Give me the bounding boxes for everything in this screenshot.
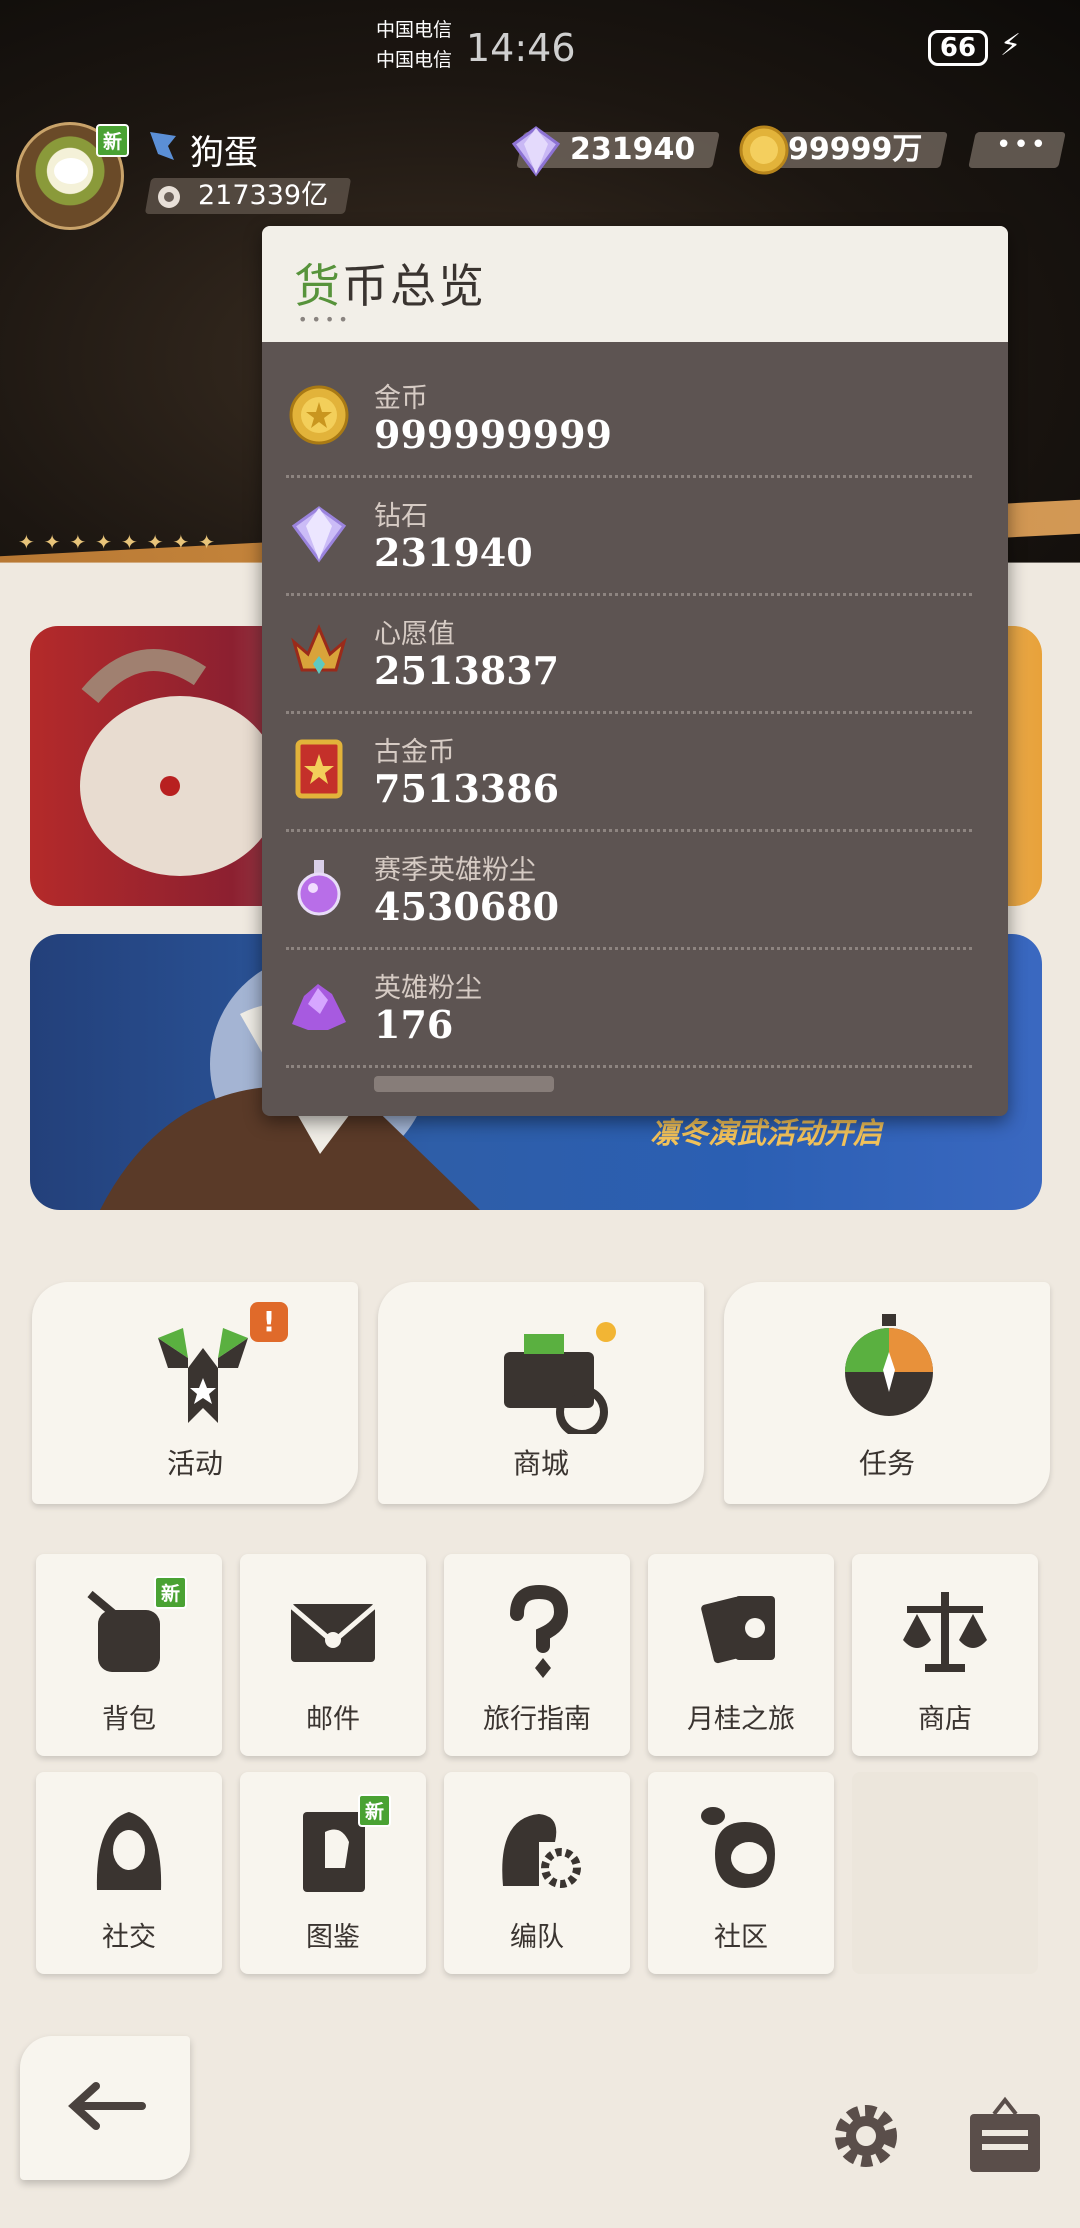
carrier-2: 中国电信 [376,49,453,71]
team-button[interactable]: 编队 [444,1772,630,1974]
mall-label: 商城 [512,1447,569,1480]
guide-button[interactable]: 旅行指南 [444,1554,630,1756]
currency-name: 心愿值 [374,619,455,650]
popup-title-dots: •••• [298,310,352,329]
battery-indicator: 66 [928,30,988,66]
team-helmet-icon [502,1814,581,1888]
currency-value: 4530680 [374,884,560,929]
task-compass-icon [845,1314,933,1416]
laurel-journey-button[interactable]: 月桂之旅 [648,1554,834,1756]
backpack-label: 背包 [102,1704,156,1735]
community-icon [701,1807,775,1888]
truncated-row-placeholder [374,1076,554,1092]
currency-row: 古金币 7513386 [262,714,1008,832]
status-time: 14:46 [466,26,576,70]
settings-gear-icon[interactable] [826,2096,906,2176]
diamond-icon [511,126,561,177]
guide-question-icon [510,1584,569,1678]
currency-name: 金币 [374,383,428,414]
new-badge: 新 [358,1794,392,1827]
currency-value: 999999999 [374,412,612,457]
power-icon [158,186,180,208]
mail-button[interactable]: 邮件 [240,1554,426,1756]
new-badge: 新 [154,1576,188,1609]
currency-value: 7513386 [374,766,560,811]
player-name: 狗蛋 [190,133,258,173]
currency-name: 古金币 [374,737,455,768]
mall-button[interactable]: 商城 [378,1282,704,1504]
laurel-journey-label: 月桂之旅 [687,1704,795,1735]
codex-button[interactable]: 新 图鉴 [240,1772,426,1974]
mail-label: 邮件 [306,1704,360,1735]
avatar-face [54,158,88,184]
team-label: 编队 [510,1922,564,1953]
activity-button[interactable]: ! 活动 [32,1282,358,1504]
social-hood-icon [96,1812,162,1890]
ancient-coin-icon [295,739,343,799]
backpack-button[interactable]: 新 背包 [36,1554,222,1756]
currency-value: 176 [374,1002,454,1047]
cards-icon [701,1596,775,1664]
community-button[interactable]: 社区 [648,1772,834,1974]
currency-row: 英雄粉尘 176 [262,950,1008,1068]
wish-crown-icon [291,624,347,674]
currency-row: 心愿值 2513837 [262,596,1008,714]
gold-coin-icon [739,125,789,175]
currency-name: 钻石 [374,501,428,532]
task-label: 任务 [858,1447,915,1480]
gold-value: 99999万 [788,132,923,167]
codex-label: 图鉴 [306,1922,360,1953]
carrier-1: 中国电信 [376,19,453,41]
task-button[interactable]: 任务 [724,1282,1050,1504]
avatar-new-badge: 新 [96,124,130,157]
guide-label: 旅行指南 [483,1704,591,1735]
community-label: 社区 [714,1922,768,1953]
popup-header: 货币总览 •••• [262,226,1008,342]
shop-label: 商店 [918,1704,972,1735]
popup-title: 货币总览 [294,259,486,313]
activity-label: 活动 [166,1447,223,1480]
star-decoration: ✦✦✦✦✦✦✦✦ [18,530,225,554]
social-button[interactable]: 社交 [36,1772,222,1974]
diamond-value: 231940 [570,132,696,167]
currency-row: 赛季英雄粉尘 4530680 [262,832,1008,950]
currency-name: 英雄粉尘 [374,973,482,1004]
alert-badge-icon: ! [250,1302,288,1342]
currency-overview-popup: 货币总览 •••• 金币 999999999 钻石 231940 心愿值 251… [262,226,1008,1116]
currency-row: 钻石 231940 [262,478,1008,596]
back-arrow-icon [68,2082,146,2130]
currency-row-partial [262,1068,1008,1116]
currency-value: 2513837 [374,648,560,693]
rank-icon [150,132,176,160]
banner-2-caption: 凛冬演武活动开启 [650,1116,883,1150]
more-dots-icon: ••• [996,130,1049,160]
power-value: 217339亿 [198,180,329,211]
gold-coin-icon [289,385,349,445]
charging-icon: ⚡ [1000,28,1022,63]
social-label: 社交 [102,1922,156,1953]
shop-button[interactable]: 商店 [852,1554,1038,1756]
diamond-icon [291,506,347,563]
currency-row: 金币 999999999 [262,360,1008,478]
mail-icon [289,1604,377,1662]
empty-slot [852,1772,1038,1974]
back-button[interactable] [20,2036,190,2180]
notice-board-icon[interactable] [964,2094,1046,2178]
season-dust-potion-icon [297,860,341,916]
scale-shop-icon [903,1592,987,1672]
currency-name: 赛季英雄粉尘 [374,855,536,886]
currency-value: 231940 [374,530,533,575]
mall-cart-icon [504,1322,616,1434]
hero-dust-icon [292,984,346,1030]
